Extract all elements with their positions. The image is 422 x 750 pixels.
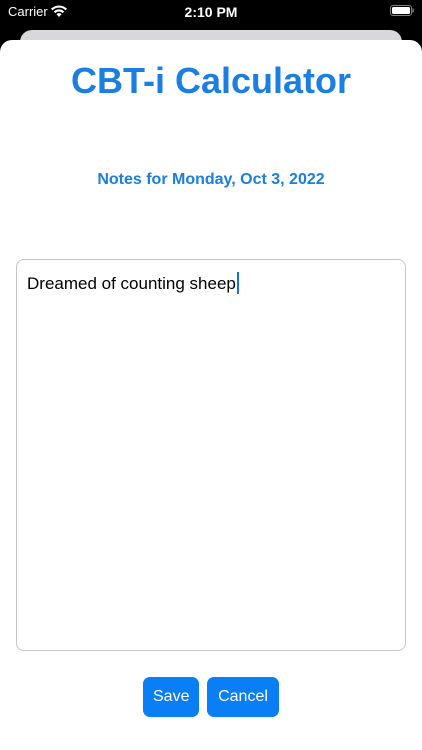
status-time: 2:10 PM — [184, 4, 238, 20]
app-screen: Carrier 2:10 PM CBT-i Calculator Notes f… — [0, 0, 422, 750]
notes-date-heading: Notes for Monday, Oct 3, 2022 — [97, 171, 325, 188]
cancel-button[interactable]: Cancel — [207, 677, 279, 717]
notes-text: Dreamed of counting sheep — [27, 274, 236, 293]
action-buttons: Save Cancel — [0, 677, 422, 717]
text-caret — [236, 272, 239, 294]
save-button[interactable]: Save — [143, 677, 199, 717]
notes-text-area[interactable]: Dreamed of counting sheep — [16, 259, 406, 651]
battery-icon — [390, 5, 414, 16]
status-bar: Carrier 2:10 PM — [0, 0, 422, 24]
page-title: CBT-i Calculator — [70, 60, 352, 101]
notes-sheet: CBT-i Calculator Notes for Monday, Oct 3… — [0, 40, 422, 750]
